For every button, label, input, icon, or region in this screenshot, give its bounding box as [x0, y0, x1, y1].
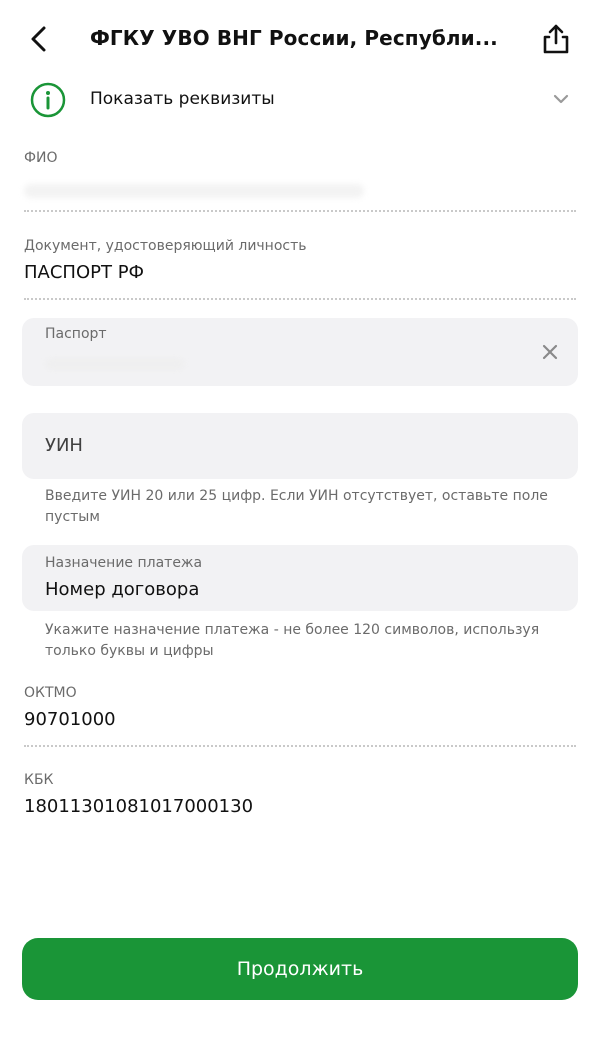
kbk-value: 18011301081017000130 — [24, 796, 254, 817]
passport-label: Паспорт — [45, 326, 107, 342]
chevron-down-icon — [553, 94, 569, 104]
uin-input[interactable]: УИН — [22, 413, 578, 479]
kbk-field: КБК 18011301081017000130 — [24, 772, 576, 832]
show-requisites-label: Показать реквизиты — [90, 89, 275, 109]
show-requisites-toggle[interactable]: Показать реквизиты — [0, 78, 600, 124]
fio-field[interactable]: ФИО — [24, 150, 576, 212]
payment-purpose-hint: Укажите назначение платежа - не более 12… — [45, 622, 540, 659]
payment-purpose-input[interactable]: Назначение платежа Номер договора — [22, 545, 578, 611]
passport-value-masked — [45, 358, 185, 370]
arrow-left-icon — [31, 26, 46, 52]
divider — [24, 745, 576, 747]
divider — [24, 298, 576, 300]
document-value: ПАСПОРТ РФ — [24, 262, 145, 283]
fio-value-masked — [24, 184, 364, 198]
divider — [24, 210, 576, 212]
oktmo-label: ОКТМО — [24, 685, 77, 701]
payment-purpose-label: Назначение платежа — [45, 555, 203, 571]
payment-purpose-value: Номер договора — [45, 579, 200, 600]
uin-hint: Введите УИН 20 или 25 цифр. Если УИН отс… — [45, 488, 548, 525]
clear-passport-button[interactable] — [540, 342, 560, 362]
back-button[interactable] — [24, 22, 56, 56]
info-icon — [30, 82, 66, 118]
close-icon — [542, 344, 558, 360]
share-icon — [543, 24, 569, 54]
oktmo-value: 90701000 — [24, 709, 116, 730]
top-bar: ФГКУ УВО ВНГ России, Республи... — [0, 0, 600, 80]
share-button[interactable] — [540, 22, 572, 56]
fio-label: ФИО — [24, 150, 58, 166]
oktmo-field: ОКТМО 90701000 — [24, 685, 576, 747]
passport-input[interactable]: Паспорт — [22, 318, 578, 386]
uin-placeholder: УИН — [45, 435, 83, 456]
document-field[interactable]: Документ, удостоверяющий личность ПАСПОР… — [24, 238, 576, 300]
document-label: Документ, удостоверяющий личность — [24, 238, 307, 254]
payment-form-screen: ФГКУ УВО ВНГ России, Республи... Показат… — [0, 0, 600, 1060]
page-title: ФГКУ УВО ВНГ России, Республи... — [90, 26, 498, 50]
continue-button[interactable]: Продолжить — [22, 938, 578, 1000]
kbk-label: КБК — [24, 772, 54, 788]
